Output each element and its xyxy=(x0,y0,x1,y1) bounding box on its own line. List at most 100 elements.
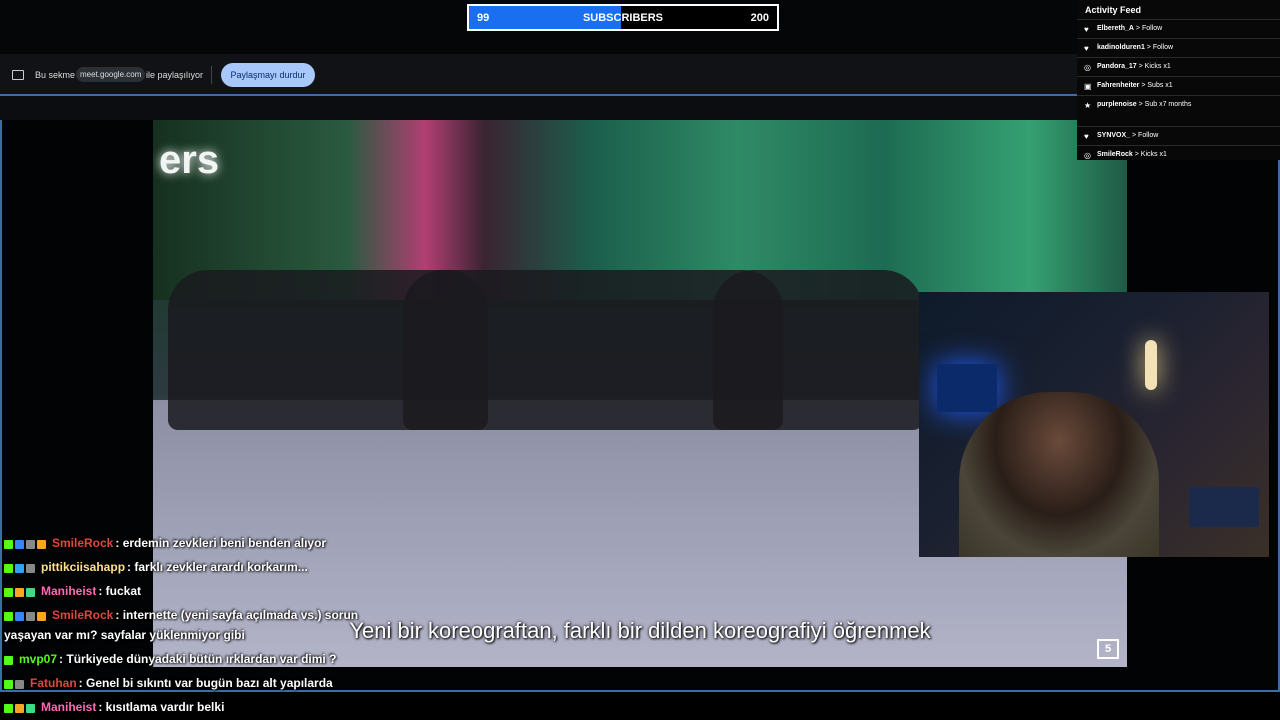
badge-icon xyxy=(15,588,24,598)
tab-sharing-bar: Bu sekme meet.google.com ile paylaşılıyo… xyxy=(0,54,1080,94)
channel-logo-icon: 5 xyxy=(1097,639,1119,659)
badge-icon xyxy=(15,612,24,622)
chat-message: Maniheist: kısıtlama vardır belki xyxy=(4,700,224,715)
chat-badges xyxy=(4,653,15,667)
badge-icon xyxy=(15,540,24,550)
chat-message: Maniheist: fuckat xyxy=(4,584,141,599)
activity-feed-item: ▣ Fahrenheiter > Subs x1 xyxy=(1077,76,1280,94)
kick-icon: ◎ xyxy=(1084,151,1091,160)
badge-icon xyxy=(4,612,13,622)
badge-icon xyxy=(4,680,13,690)
chat-message: SmileRock: erdemin zevkleri beni benden … xyxy=(4,536,326,551)
background-monitor xyxy=(937,364,997,412)
chat-username: mvp07 xyxy=(19,652,58,666)
activity-feed-text: kadinolduren1 > Follow xyxy=(1097,44,1173,51)
chat-message: yaşayan var mı? sayfalar yüklenmiyor gib… xyxy=(4,628,245,642)
chat-badges xyxy=(4,609,48,623)
chat-badges xyxy=(4,537,48,551)
crowd-right xyxy=(713,270,923,430)
chat-overlay: SmileRock: erdemin zevkleri beni benden … xyxy=(0,534,500,720)
frame-top-strip xyxy=(0,96,1080,120)
heart-icon: ♥ xyxy=(1084,132,1089,141)
chat-badges xyxy=(4,677,26,691)
chat-badges xyxy=(4,585,37,599)
activity-feed-user: Elbereth_A xyxy=(1097,25,1134,32)
badge-icon xyxy=(37,612,46,622)
stop-sharing-button[interactable]: Paylaşmayı durdur xyxy=(221,63,315,87)
activity-feed-user: purplenoise xyxy=(1097,101,1137,108)
activity-feed-item: ◎ Pandora_17 > Kicks x1 xyxy=(1077,57,1280,75)
badge-icon xyxy=(4,656,13,666)
activity-feed-user: Pandora_17 xyxy=(1097,63,1137,70)
chat-username: SmileRock xyxy=(52,608,114,622)
activity-feed: Activity Feed ♥ Elbereth_A > Follow ♥ kadin… xyxy=(1077,0,1280,160)
activity-feed-action: > Kicks x1 xyxy=(1136,63,1171,70)
activity-feed-text: Elbereth_A > Follow xyxy=(1097,25,1162,32)
chat-text: : kısıtlama vardır belki xyxy=(98,700,225,714)
activity-feed-item: ♥ Elbereth_A > Follow xyxy=(1077,19,1280,37)
badge-icon xyxy=(4,540,13,550)
activity-feed-action: > Subs x1 xyxy=(1139,82,1173,89)
chat-badges xyxy=(4,701,37,715)
chat-username: pittikciisahapp xyxy=(41,560,126,574)
activity-feed-text: SmileRock > Kicks x1 xyxy=(1097,151,1167,158)
activity-feed-item: ♥ SYNVOX_ > Follow xyxy=(1077,126,1280,144)
badge-icon xyxy=(37,540,46,550)
badge-icon xyxy=(15,704,24,714)
chat-badges xyxy=(4,561,37,575)
activity-feed-text: SYNVOX_ > Follow xyxy=(1097,132,1158,139)
activity-feed-action: > Sub x7 months xyxy=(1136,101,1192,108)
chat-message: mvp07: Türkiyede dünyadaki bütün ırklard… xyxy=(4,652,336,667)
chat-text: yaşayan var mı? sayfalar yüklenmiyor gib… xyxy=(4,628,245,642)
activity-feed-item: ♥ kadinolduren1 > Follow xyxy=(1077,38,1280,56)
chat-text: : Genel bi sıkıntı var bugün bazı alt ya… xyxy=(78,676,333,690)
background-shelf xyxy=(1189,487,1259,527)
background-lamp xyxy=(1145,340,1157,390)
divider xyxy=(211,66,212,84)
badge-icon xyxy=(15,564,24,574)
sub-icon: ▣ xyxy=(1084,82,1092,91)
chat-username: Maniheist xyxy=(41,584,97,598)
share-domain-chip: meet.google.com xyxy=(76,67,146,82)
badge-icon xyxy=(4,704,13,714)
chat-message: Fatuhan: Genel bi sıkıntı var bugün bazı… xyxy=(4,676,333,691)
share-text-after: ile paylaşılıyor xyxy=(146,70,204,80)
activity-feed-user: kadinolduren1 xyxy=(1097,44,1145,51)
heart-icon: ♥ xyxy=(1084,25,1089,34)
badge-icon xyxy=(4,564,13,574)
subscriber-goal-bar: 99 SUBSCRIBERS 200 xyxy=(467,4,779,31)
activity-feed-action: > Follow xyxy=(1130,132,1159,139)
activity-feed-user: SmileRock xyxy=(1097,151,1133,158)
chat-text: : fuckat xyxy=(98,584,142,598)
streamer xyxy=(959,392,1159,557)
chat-text: : farklı zevkler arardı korkarım... xyxy=(127,560,308,574)
badge-icon xyxy=(26,612,35,622)
activity-feed-title: Activity Feed xyxy=(1085,5,1142,15)
badge-icon xyxy=(15,680,24,690)
badge-icon xyxy=(26,704,35,714)
chat-message: pittikciisahapp: farklı zevkler arardı k… xyxy=(4,560,308,575)
activity-feed-item: ◎ SmileRock > Kicks x1 xyxy=(1077,145,1280,163)
activity-feed-text: Pandora_17 > Kicks x1 xyxy=(1097,63,1171,70)
chat-username: SmileRock xyxy=(52,536,114,550)
star-icon: ★ xyxy=(1084,101,1092,110)
goal-target: 200 xyxy=(750,12,769,24)
chat-text: : Türkiyede dünyadaki bütün ırklardan va… xyxy=(59,652,337,666)
badge-icon xyxy=(4,588,13,598)
chat-text: : erdemin zevkleri beni benden alıyor xyxy=(115,536,327,550)
badge-icon xyxy=(26,564,35,574)
activity-feed-action: > Kicks x1 xyxy=(1132,151,1167,158)
activity-feed-text: Fahrenheiter > Subs x1 xyxy=(1097,82,1173,89)
chat-text: : internette (yeni sayfa açılmada vs.) s… xyxy=(115,608,359,622)
activity-feed-text: purplenoise > Sub x7 months xyxy=(1097,101,1191,108)
neon-sign: ers xyxy=(159,138,220,182)
activity-feed-item: ★ purplenoise > Sub x7 months xyxy=(1077,95,1280,113)
webcam-overlay xyxy=(919,292,1269,557)
share-text-before: Bu sekme xyxy=(35,70,76,80)
badge-icon xyxy=(26,540,35,550)
goal-label: SUBSCRIBERS xyxy=(582,12,664,24)
chat-username: Fatuhan xyxy=(30,676,77,690)
heart-icon: ♥ xyxy=(1084,44,1089,53)
chat-username: Maniheist xyxy=(41,700,97,714)
badge-icon xyxy=(26,588,35,598)
